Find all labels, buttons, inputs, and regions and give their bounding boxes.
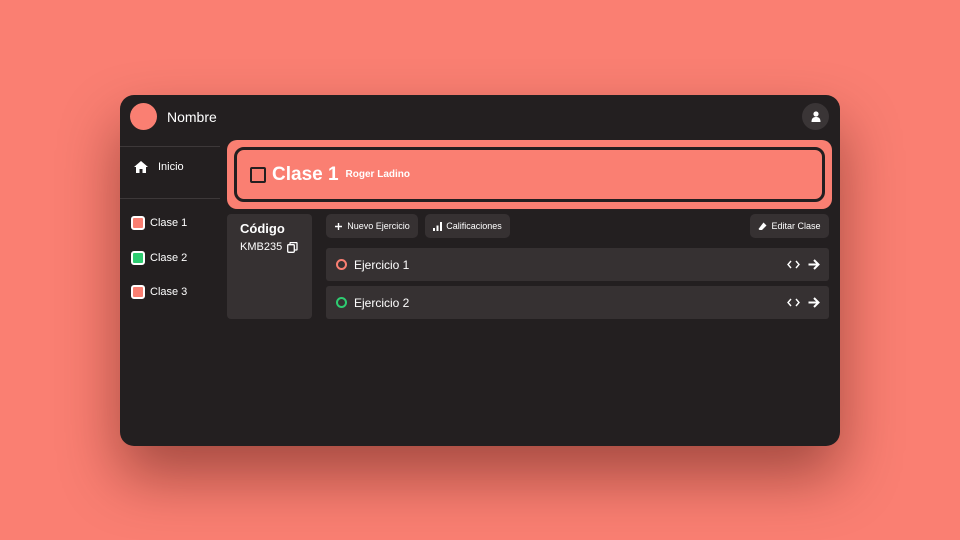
sidebar-divider <box>120 146 220 147</box>
class-banner: Clase 1 Roger Ladino <box>227 140 832 209</box>
class-banner-inner: Clase 1 Roger Ladino <box>234 147 825 202</box>
copy-icon[interactable] <box>287 241 298 253</box>
class-code-card: Código KMB235 <box>227 214 312 319</box>
exercise-row[interactable]: Ejercicio 2 <box>326 286 829 319</box>
class-color-checkbox <box>131 285 145 299</box>
exercise-label: Ejercicio 1 <box>354 257 410 272</box>
status-circle-icon <box>336 297 347 308</box>
exercise-actions <box>787 248 820 281</box>
exercise-row[interactable]: Ejercicio 1 <box>326 248 829 281</box>
exercise-label: Ejercicio 2 <box>354 295 410 310</box>
app-logo <box>130 103 157 130</box>
sidebar: Inicio Clase 1 Clase 2 Clase 3 <box>120 139 220 446</box>
sidebar-item-clase-3[interactable]: Clase 3 <box>131 284 187 300</box>
arrow-right-icon[interactable] <box>808 259 820 270</box>
user-button[interactable] <box>802 103 829 130</box>
sidebar-item-label: Clase 2 <box>150 252 188 264</box>
status-circle-icon <box>336 259 347 270</box>
class-checkbox[interactable] <box>250 166 266 183</box>
teacher-name: Roger Ladino <box>345 169 410 180</box>
code-row: KMB235 <box>240 241 298 253</box>
new-exercise-button[interactable]: Nuevo Ejercicio <box>326 214 418 238</box>
class-color-checkbox <box>131 216 145 230</box>
sidebar-divider <box>120 198 220 199</box>
edit-class-button[interactable]: Editar Clase <box>750 214 829 238</box>
sidebar-item-clase-1[interactable]: Clase 1 <box>131 215 187 231</box>
sidebar-item-label: Inicio <box>158 161 184 173</box>
sidebar-item-clase-2[interactable]: Clase 2 <box>131 250 187 266</box>
eraser-icon <box>758 222 767 231</box>
sidebar-item-label: Clase 3 <box>150 286 188 298</box>
edit-class-label: Editar Clase <box>771 221 821 231</box>
exercise-actions <box>787 286 820 319</box>
code-icon[interactable] <box>787 298 800 307</box>
class-color-checkbox <box>131 251 145 265</box>
code-icon[interactable] <box>787 260 800 269</box>
sidebar-item-label: Clase 1 <box>150 217 188 229</box>
new-exercise-label: Nuevo Ejercicio <box>347 221 410 231</box>
class-code: KMB235 <box>240 241 283 253</box>
grades-button[interactable]: Calificaciones <box>425 214 510 238</box>
app-title: Nombre <box>167 109 217 125</box>
user-icon <box>811 111 821 122</box>
class-title: Clase 1 <box>272 163 339 185</box>
home-icon <box>134 160 148 174</box>
app-window: Nombre Inicio Clase 1 Clase 2 Clase 3 Cl… <box>120 95 840 446</box>
arrow-right-icon[interactable] <box>808 297 820 308</box>
grades-label: Calificaciones <box>446 221 502 231</box>
sidebar-item-home[interactable]: Inicio <box>120 148 220 186</box>
code-title: Código <box>240 221 285 236</box>
plus-icon <box>334 222 343 231</box>
top-bar: Nombre <box>120 95 840 139</box>
bar-chart-icon <box>433 221 443 231</box>
